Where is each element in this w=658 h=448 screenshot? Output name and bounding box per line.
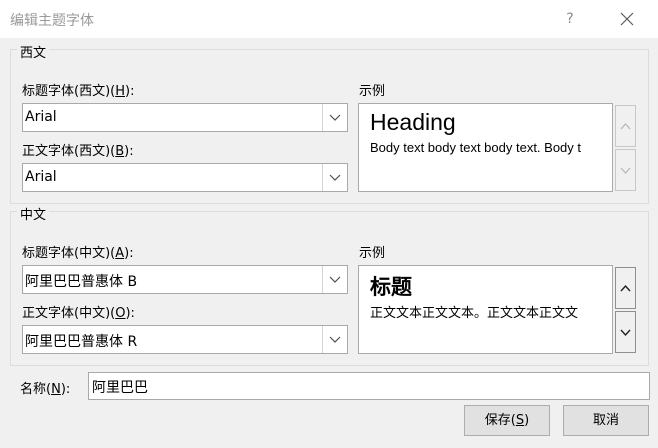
chinese-sample-preview: 标题 正文文本正文文本。正文文本正文文 xyxy=(358,265,613,354)
chinese-heading-font-value: 阿里巴巴普惠体 B xyxy=(25,274,138,290)
save-button[interactable]: 保存(S) xyxy=(464,405,550,436)
title-bar: 编辑主题字体 ? xyxy=(0,0,658,38)
chinese-preview-scroll-down-button[interactable] xyxy=(615,311,636,353)
cancel-button[interactable]: 取消 xyxy=(563,405,649,436)
western-preview-scroll-down-button[interactable] xyxy=(615,149,636,191)
chevron-down-icon xyxy=(620,167,631,174)
close-icon xyxy=(620,12,634,26)
western-body-font-dropdown-button[interactable] xyxy=(322,164,347,191)
chinese-font-group: 中文 标题字体(中文)(A): 阿里巴巴普惠体 B 正文字体(中文)(O): 阿… xyxy=(10,204,649,366)
chinese-sample-body: 正文文本正文文本。正文文本正文文 xyxy=(370,306,579,321)
western-sample-heading: Heading xyxy=(370,109,456,135)
western-heading-font-combo[interactable]: Arial xyxy=(22,103,348,132)
chinese-group-title: 中文 xyxy=(17,204,50,223)
chevron-down-icon xyxy=(329,276,341,283)
theme-name-input[interactable]: 阿里巴巴 xyxy=(88,372,650,400)
western-sample-preview: Heading Body text body text body text. B… xyxy=(358,103,613,192)
western-heading-font-value: Arial xyxy=(25,109,57,125)
western-body-font-combo[interactable]: Arial xyxy=(22,163,348,192)
chinese-heading-font-combo[interactable]: 阿里巴巴普惠体 B xyxy=(22,265,348,294)
theme-name-label: 名称(N): xyxy=(20,382,71,397)
chevron-up-icon xyxy=(620,123,631,130)
chinese-sample-label: 示例 xyxy=(359,246,386,261)
western-heading-font-dropdown-button[interactable] xyxy=(322,104,347,131)
chevron-down-icon xyxy=(329,336,341,343)
western-font-group: 西文 标题字体(西文)(H): Arial 正文字体(西文)(B): Arial… xyxy=(10,42,649,204)
theme-name-value: 阿里巴巴 xyxy=(92,380,148,396)
chinese-sample-heading: 标题 xyxy=(370,275,412,299)
help-icon: ? xyxy=(566,11,574,27)
chinese-body-font-dropdown-button[interactable] xyxy=(322,326,347,353)
western-group-title: 西文 xyxy=(17,42,50,61)
chevron-down-icon xyxy=(329,114,341,121)
close-button[interactable] xyxy=(612,6,642,32)
western-sample-body: Body text body text body text. Body t xyxy=(370,140,582,155)
western-body-font-value: Arial xyxy=(25,169,57,185)
chevron-down-icon xyxy=(329,174,341,181)
western-body-font-label: 正文字体(西文)(B): xyxy=(22,144,134,159)
western-heading-font-label: 标题字体(西文)(H): xyxy=(22,84,135,99)
chevron-down-icon xyxy=(620,329,631,337)
chinese-heading-font-dropdown-button[interactable] xyxy=(322,266,347,293)
western-preview-scroll-up-button[interactable] xyxy=(615,105,636,147)
chinese-body-font-value: 阿里巴巴普惠体 R xyxy=(25,334,138,350)
chinese-heading-font-label: 标题字体(中文)(A): xyxy=(22,246,134,261)
edit-theme-fonts-dialog: 编辑主题字体 ? 西文 标题字体(西文)(H): Arial 正文字体(西文)(… xyxy=(0,0,658,448)
dialog-title: 编辑主题字体 xyxy=(10,13,94,29)
chevron-up-icon xyxy=(620,284,631,292)
western-sample-label: 示例 xyxy=(359,84,386,99)
chinese-body-font-combo[interactable]: 阿里巴巴普惠体 R xyxy=(22,325,348,354)
help-button[interactable]: ? xyxy=(556,6,584,32)
chinese-preview-scroll-up-button[interactable] xyxy=(615,267,636,309)
chinese-body-font-label: 正文字体(中文)(O): xyxy=(22,306,135,321)
